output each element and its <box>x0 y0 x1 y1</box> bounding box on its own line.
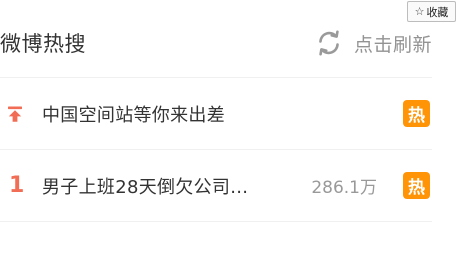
refresh-icon <box>319 30 339 56</box>
refresh-button[interactable]: 点击刷新 <box>314 28 432 58</box>
rank-number: 1 <box>9 173 25 198</box>
pin-up-icon <box>8 106 22 122</box>
favorite-button[interactable]: ☆ 收藏 <box>407 1 456 22</box>
star-outline-icon: ☆ <box>414 5 425 18</box>
hot-search-title: 中国空间站等你来出差 <box>42 104 225 126</box>
rank-slot <box>0 105 42 123</box>
hot-badge: 热 <box>403 100 430 127</box>
refresh-label: 点击刷新 <box>353 33 432 56</box>
hot-search-item-pinned[interactable]: 中国空间站等你来出差 热 <box>0 78 432 150</box>
favorite-label: 收藏 <box>426 5 449 19</box>
hot-search-title: 男子上班28天倒欠公司... <box>42 176 249 198</box>
hot-search-list: 中国空间站等你来出差 热 1 男子上班28天倒欠公司... 286.1万 热 <box>0 78 432 222</box>
rank-slot: 1 <box>0 173 42 198</box>
hot-badge: 热 <box>403 172 430 199</box>
hot-search-item-1[interactable]: 1 男子上班28天倒欠公司... 286.1万 热 <box>0 150 432 222</box>
heat-count: 286.1万 <box>311 178 377 198</box>
page-title: 微博热搜 <box>0 32 86 56</box>
hot-search-header: 微博热搜 点击刷新 <box>0 22 432 64</box>
